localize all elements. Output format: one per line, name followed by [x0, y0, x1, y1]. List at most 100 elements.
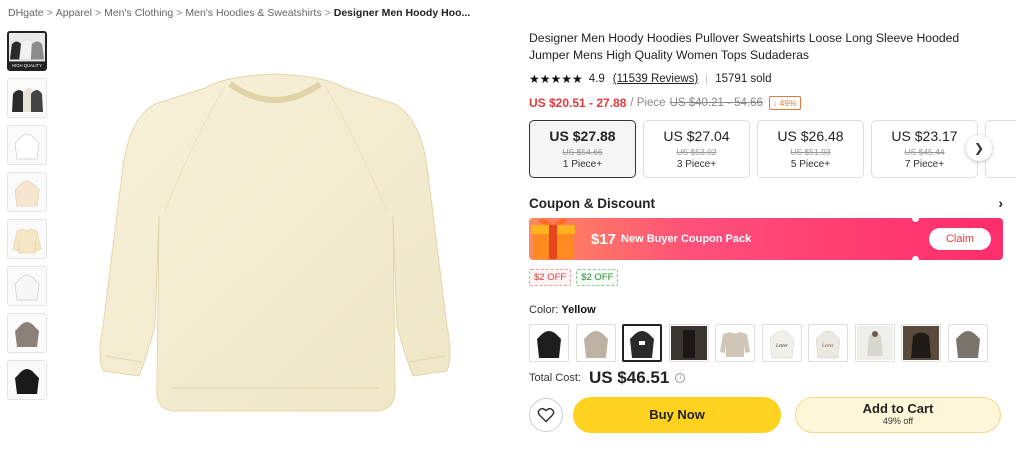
coupon-chip[interactable]: $2 OFF: [529, 269, 572, 286]
purchase-actions: Buy Now Add to Cart 49% off: [529, 397, 1009, 433]
add-to-cart-button[interactable]: Add to Cart 49% off: [795, 397, 1001, 433]
letter-hoodie-swatch-image: Letter: [769, 330, 794, 359]
add-to-cart-discount: 49% off: [882, 416, 914, 426]
color-swatch-9[interactable]: [901, 324, 941, 362]
thumbnail-list: HIGH QUALITY: [7, 31, 49, 407]
hoodie-swatch-image: [630, 331, 654, 358]
coupon-chips: $2 OFF $2 OFF: [529, 269, 1009, 286]
thumbnail-1[interactable]: HIGH QUALITY: [7, 31, 47, 71]
divider: [706, 73, 708, 85]
buy-now-button[interactable]: Buy Now: [573, 397, 781, 433]
breadcrumb-mens-clothing[interactable]: Men's Clothing: [104, 7, 173, 19]
coupon-header[interactable]: Coupon & Discount ›: [529, 194, 1003, 212]
coupon-chip[interactable]: $2 OFF: [576, 269, 619, 286]
letter-hoodie-swatch-image: Letter: [815, 330, 841, 359]
coupon-notch: [912, 215, 919, 222]
sweatshirt-swatch-image: [720, 332, 750, 357]
model-swatch-image: [670, 326, 707, 360]
breadcrumb-current: Designer Men Hoody Hoo...: [333, 7, 471, 19]
heart-icon: [537, 407, 555, 423]
price-tiers: US $27.88 US $54.66 1 Piece+ US $27.04 U…: [529, 120, 1015, 178]
coupon-title: Coupon & Discount: [529, 195, 655, 211]
tier-3[interactable]: US $26.48 US $51.93 5 Piece+: [757, 120, 864, 178]
add-to-cart-label: Add to Cart: [862, 401, 934, 416]
tier-old-price: US $54.66: [562, 147, 603, 157]
reviews-link[interactable]: (11539 Reviews): [613, 73, 698, 85]
thumbnail-8[interactable]: [7, 360, 47, 400]
svg-text:HIGH QUALITY: HIGH QUALITY: [12, 63, 42, 68]
tier-quantity: 7 Piece+: [904, 159, 945, 170]
main-product-image[interactable]: [75, 26, 475, 446]
breadcrumb-separator: >: [46, 7, 53, 19]
tier-price: US $26.48: [777, 128, 844, 144]
total-cost-value: US $46.51: [588, 368, 670, 387]
breadcrumb-dhgate[interactable]: DHgate: [8, 7, 44, 19]
thumbnail-7[interactable]: [7, 313, 47, 353]
gift-box-icon: [531, 218, 575, 259]
hoodie-image: [15, 322, 39, 347]
next-tier-button[interactable]: ❯: [966, 135, 992, 161]
hoodie-image: [15, 369, 39, 394]
breadcrumb-separator: >: [176, 7, 183, 19]
claim-button[interactable]: Claim: [929, 228, 991, 250]
per-piece-label: / Piece: [630, 97, 666, 109]
tier-quantity: 1 Piece+: [562, 159, 603, 170]
tier-quantity: 3 Piece+: [676, 159, 717, 170]
thumbnail-5[interactable]: [7, 219, 47, 259]
rating-value: 4.9: [588, 73, 605, 85]
color-swatch-4[interactable]: [668, 324, 709, 362]
breadcrumb-apparel[interactable]: Apparel: [56, 7, 92, 19]
product-title: Designer Men Hoody Hoodies Pullover Swea…: [529, 31, 960, 62]
breadcrumb-hoodies[interactable]: Men's Hoodies & Sweatshirts: [185, 7, 321, 19]
breadcrumb: DHgate > Apparel > Men's Clothing > Men's Hood…: [8, 7, 470, 19]
color-label: Color: Yellow: [529, 304, 1009, 316]
coupon-banner[interactable]: $17 New Buyer Coupon Pack Claim: [529, 215, 1003, 263]
coupon-text: New Buyer Coupon Pack: [621, 233, 752, 245]
sold-count: 15791 sold: [715, 73, 772, 85]
chevron-right-icon: ›: [998, 195, 1003, 211]
tier-quantity: 5 Piece+: [790, 159, 831, 170]
tier-1[interactable]: US $27.88 US $54.66 1 Piece+: [529, 120, 636, 178]
tier-price: US $27.04: [663, 128, 730, 144]
color-swatches: Letter Letter: [529, 324, 1009, 362]
color-swatch-7[interactable]: Letter: [808, 324, 848, 362]
sweatshirt-image: [12, 228, 42, 254]
selected-color: Yellow: [561, 304, 596, 316]
price-range: US $20.51 - 27.88: [529, 96, 627, 110]
hoodie-swatch-image: [537, 331, 561, 358]
svg-text:Letter: Letter: [821, 344, 834, 349]
hoodie-swatch-image: [955, 331, 980, 358]
original-price-range: US $40.21 - 54.66: [669, 97, 763, 109]
total-cost-label: Total Cost:: [529, 372, 581, 384]
info-icon[interactable]: i: [675, 373, 686, 383]
tier-old-price: US $45.44: [904, 147, 945, 157]
thumbnail-4[interactable]: [7, 172, 47, 212]
thumbnail-3[interactable]: [7, 125, 47, 165]
wishlist-button[interactable]: [529, 398, 563, 432]
color-swatch-2[interactable]: [575, 324, 616, 362]
color-swatch-6[interactable]: Letter: [761, 324, 802, 362]
color-swatch-5[interactable]: [715, 324, 755, 362]
yellow-sweatshirt-image: [99, 73, 451, 412]
color-swatch-1[interactable]: [529, 324, 569, 362]
hoodie-swatch-image: [583, 331, 608, 358]
tier-old-price: US $53.02: [676, 147, 717, 157]
thumbnail-2[interactable]: [7, 78, 47, 118]
breadcrumb-separator: >: [94, 7, 102, 19]
color-swatch-3[interactable]: [622, 324, 662, 362]
discount-badge: ↓ 49%: [768, 96, 801, 110]
product-info-panel: Designer Men Hoody Hoodies Pullover Swea…: [529, 30, 1015, 433]
color-swatch-10[interactable]: [947, 324, 988, 362]
price-row: US $20.51 - 27.88 / Piece US $40.21 - 54…: [529, 95, 1009, 111]
color-label-text: Color:: [529, 304, 562, 316]
tier-2[interactable]: US $27.04 US $53.02 3 Piece+: [643, 120, 750, 178]
coupon-notch: [912, 256, 919, 263]
hoodie-group-image: HIGH QUALITY: [9, 33, 45, 69]
hoodie-image: [14, 274, 40, 301]
thumbnail-6[interactable]: [7, 266, 47, 306]
breadcrumb-separator: >: [324, 7, 331, 19]
tier-4[interactable]: US $23.17 US $45.44 7 Piece+: [871, 120, 978, 178]
color-swatch-8[interactable]: [854, 324, 895, 362]
tier-old-price: US $51.93: [790, 147, 831, 157]
hoodie-image: [14, 133, 40, 160]
